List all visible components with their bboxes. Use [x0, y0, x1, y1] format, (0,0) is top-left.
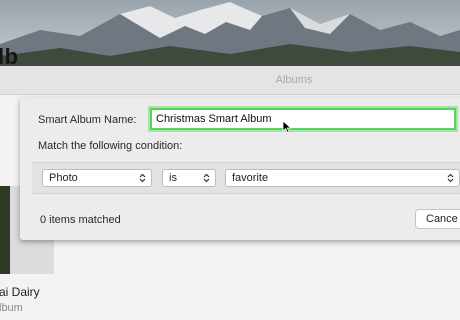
smart-album-name-field[interactable]: Christmas Smart Album — [150, 108, 456, 130]
smart-album-name-label: Smart Album Name: — [38, 114, 137, 126]
albums-heading: lb — [0, 44, 19, 69]
cancel-button[interactable]: Cance — [415, 209, 460, 229]
album-name[interactable]: ai Dairy — [0, 285, 40, 299]
condition-operator-popup[interactable]: is — [162, 169, 216, 187]
condition-value-popup[interactable]: favorite — [225, 169, 460, 187]
condition-value-value: favorite — [232, 172, 269, 184]
condition-row: Photo is favorite — [32, 162, 460, 194]
smart-album-dialog: Smart Album Name: Christmas Smart Album … — [20, 98, 460, 240]
album-thumbnail[interactable] — [0, 186, 10, 274]
condition-operator-value: is — [169, 172, 177, 184]
chevron-updown-icon — [447, 173, 454, 183]
condition-label: Match the following condition: — [38, 140, 183, 152]
cursor-icon — [282, 120, 292, 134]
chevron-updown-icon — [139, 173, 146, 183]
items-matched-count: 0 items matched — [40, 214, 121, 226]
window-titlebar: Albums — [0, 66, 460, 95]
album-subtitle: lbum — [0, 302, 23, 314]
condition-field-popup[interactable]: Photo — [42, 169, 152, 187]
window-title: Albums — [275, 74, 313, 86]
condition-field-value: Photo — [49, 172, 78, 184]
desktop-wallpaper — [0, 0, 460, 68]
chevron-updown-icon — [203, 173, 210, 183]
